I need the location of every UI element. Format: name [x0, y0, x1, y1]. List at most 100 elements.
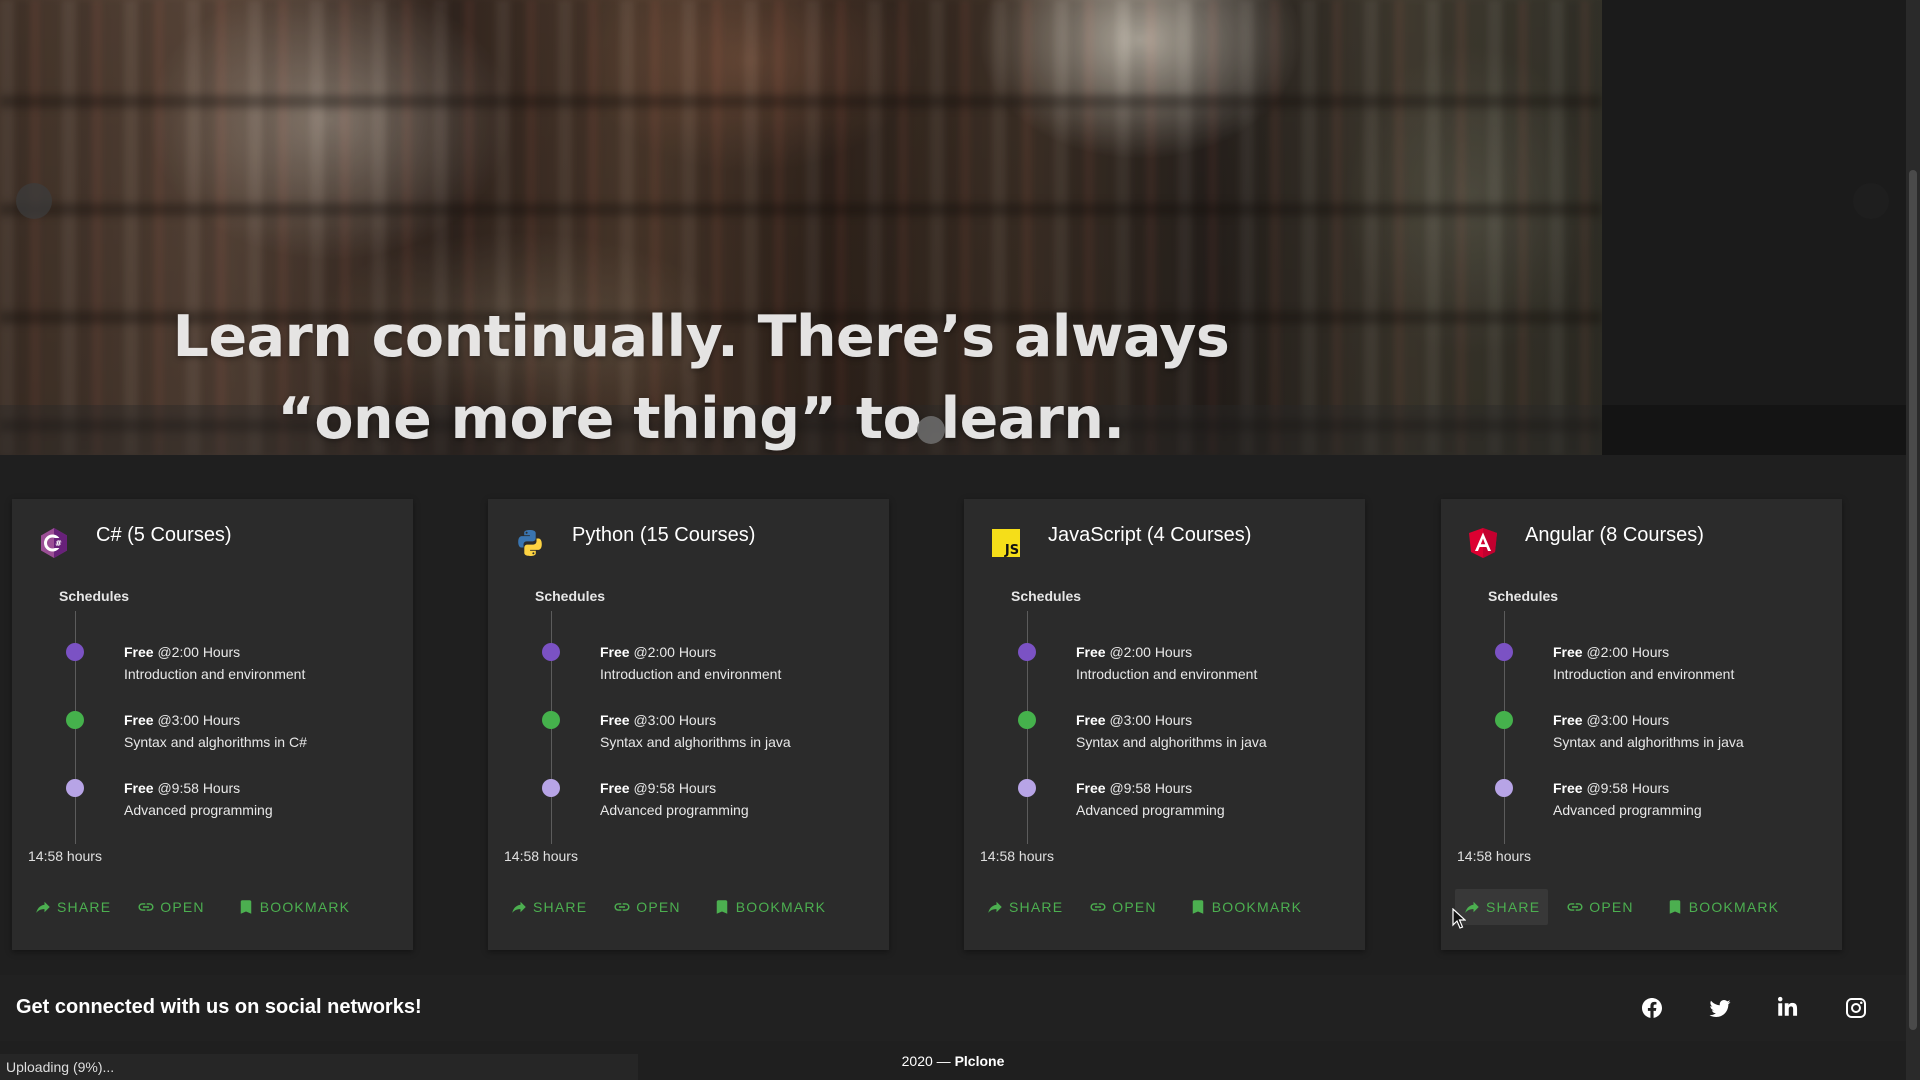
- course-title: Angular (8 Courses): [1525, 524, 1704, 546]
- schedule-topic: Introduction and environment: [600, 666, 782, 682]
- schedule-item-text: Free @9:58 Hours Advanced programming: [1553, 777, 1702, 821]
- schedule-item-text: Free @9:58 Hours Advanced programming: [600, 777, 749, 821]
- timeline-dot: [1018, 779, 1036, 797]
- bookmark-label: BOOKMARK: [1211, 899, 1303, 915]
- carousel-indicator-dot[interactable]: [917, 416, 945, 444]
- link-icon: [614, 903, 630, 911]
- carousel-prev-button[interactable]: [16, 183, 52, 219]
- schedules-label: Schedules: [1488, 588, 1559, 604]
- share-button[interactable]: SHARE: [502, 889, 595, 925]
- timeline-dot: [1495, 643, 1513, 661]
- schedule-topic: Syntax and alghorithms in java: [600, 734, 791, 750]
- share-button[interactable]: SHARE: [26, 889, 119, 925]
- scrollbar-thumb[interactable]: [1909, 170, 1917, 1030]
- card-actions: SHARE OPEN BOOKMARK: [978, 889, 1310, 925]
- angular-icon: [1467, 527, 1499, 559]
- schedule-time: @3:00 Hours: [1109, 712, 1193, 728]
- hero-carousel: Learn continually. There’s always “one m…: [0, 0, 1906, 455]
- schedule-topic: Advanced programming: [600, 802, 749, 818]
- course-title: Python (15 Courses): [572, 524, 756, 546]
- course-card-python: Python (15 Courses) Schedules Free @2:00…: [488, 499, 889, 950]
- schedule-item-text: Free @2:00 Hours Introduction and enviro…: [1076, 641, 1257, 685]
- hero-quote-line-2: “one more thing” to learn.: [277, 386, 1125, 452]
- schedule-time: @3:00 Hours: [1586, 712, 1670, 728]
- copyright-brand[interactable]: Plclone: [955, 1053, 1005, 1069]
- bookmark-button[interactable]: BOOKMARK: [229, 889, 359, 925]
- share-icon: [36, 901, 50, 913]
- course-card-angular: Angular (8 Courses) Schedules Free @2:00…: [1441, 499, 1842, 950]
- bookmark-button[interactable]: BOOKMARK: [705, 889, 835, 925]
- open-button[interactable]: OPEN: [129, 889, 212, 925]
- svg-text:#: #: [55, 539, 62, 548]
- share-label: SHARE: [1486, 899, 1541, 915]
- share-button[interactable]: SHARE: [1455, 889, 1549, 925]
- linkedin-icon[interactable]: [1776, 996, 1800, 1020]
- social-heading: Get connected with us on social networks…: [16, 996, 422, 1018]
- schedule-time: @9:58 Hours: [1109, 780, 1193, 796]
- csharp-icon: #: [38, 527, 70, 559]
- link-icon: [138, 903, 154, 911]
- card-actions: SHARE OPEN BOOKMARK: [26, 889, 358, 925]
- schedule-topic: Syntax and alghorithms in java: [1076, 734, 1267, 750]
- open-label: OPEN: [1589, 899, 1634, 915]
- course-title: JavaScript (4 Courses): [1048, 524, 1252, 546]
- share-icon: [512, 901, 526, 913]
- bookmark-icon: [1669, 900, 1680, 914]
- social-bar: Get connected with us on social networks…: [0, 975, 1906, 1041]
- schedules-label: Schedules: [535, 588, 606, 604]
- schedule-topic: Advanced programming: [1076, 802, 1225, 818]
- facebook-icon[interactable]: [1640, 996, 1664, 1020]
- schedule-item-text: Free @9:58 Hours Advanced programming: [124, 777, 273, 821]
- hero-side-panel-band: [1602, 405, 1906, 455]
- link-icon: [1567, 903, 1583, 911]
- card-actions: SHARE OPEN BOOKMARK: [1455, 889, 1787, 925]
- open-label: OPEN: [636, 899, 681, 915]
- schedule-topic: Introduction and environment: [124, 666, 306, 682]
- schedule-price: Free: [1553, 712, 1583, 728]
- bookmark-button[interactable]: BOOKMARK: [1181, 889, 1311, 925]
- schedule-price: Free: [124, 712, 154, 728]
- share-icon: [988, 901, 1002, 913]
- copyright-prefix: 2020 —: [901, 1053, 951, 1069]
- total-hours: 14:58 hours: [28, 848, 102, 864]
- open-button[interactable]: OPEN: [605, 889, 688, 925]
- bookmark-icon: [716, 900, 727, 914]
- javascript-icon: JS: [990, 527, 1022, 559]
- bookmark-icon: [1192, 900, 1203, 914]
- schedule-price: Free: [1553, 644, 1583, 660]
- schedule-time: @2:00 Hours: [157, 644, 241, 660]
- share-label: SHARE: [57, 899, 112, 915]
- hero-side-panel: [1602, 0, 1906, 455]
- share-button[interactable]: SHARE: [978, 889, 1071, 925]
- timeline-dot: [1018, 643, 1036, 661]
- schedule-time: @2:00 Hours: [1109, 644, 1193, 660]
- total-hours: 14:58 hours: [1457, 848, 1531, 864]
- hero-quote-line-1: Learn continually. There’s always: [172, 304, 1230, 370]
- course-card-csharp: # C# (5 Courses) Schedules Free @2:00 Ho…: [12, 499, 413, 950]
- timeline-dot: [542, 779, 560, 797]
- hero-background-image: Learn continually. There’s always “one m…: [0, 0, 1602, 455]
- open-button[interactable]: OPEN: [1558, 889, 1641, 925]
- schedule-topic: Advanced programming: [124, 802, 273, 818]
- instagram-icon[interactable]: [1844, 996, 1868, 1020]
- schedule-price: Free: [1553, 780, 1583, 796]
- twitter-icon[interactable]: [1708, 996, 1732, 1020]
- bookmark-button[interactable]: BOOKMARK: [1658, 889, 1788, 925]
- open-button[interactable]: OPEN: [1081, 889, 1164, 925]
- carousel-next-button[interactable]: [1853, 183, 1889, 219]
- timeline-dot: [542, 711, 560, 729]
- schedule-item-text: Free @2:00 Hours Introduction and enviro…: [600, 641, 781, 685]
- schedules-label: Schedules: [1011, 588, 1082, 604]
- page-scrollbar[interactable]: [1906, 0, 1920, 1080]
- bookmark-label: BOOKMARK: [1688, 899, 1780, 915]
- schedule-price: Free: [600, 780, 630, 796]
- schedule-price: Free: [124, 780, 154, 796]
- schedule-topic: Syntax and alghorithms in C#: [124, 734, 307, 750]
- timeline-dot: [1495, 779, 1513, 797]
- schedule-price: Free: [600, 644, 630, 660]
- schedules-label: Schedules: [59, 588, 130, 604]
- timeline-dot: [66, 643, 84, 661]
- share-label: SHARE: [533, 899, 588, 915]
- total-hours: 14:58 hours: [980, 848, 1054, 864]
- python-icon: [514, 527, 546, 559]
